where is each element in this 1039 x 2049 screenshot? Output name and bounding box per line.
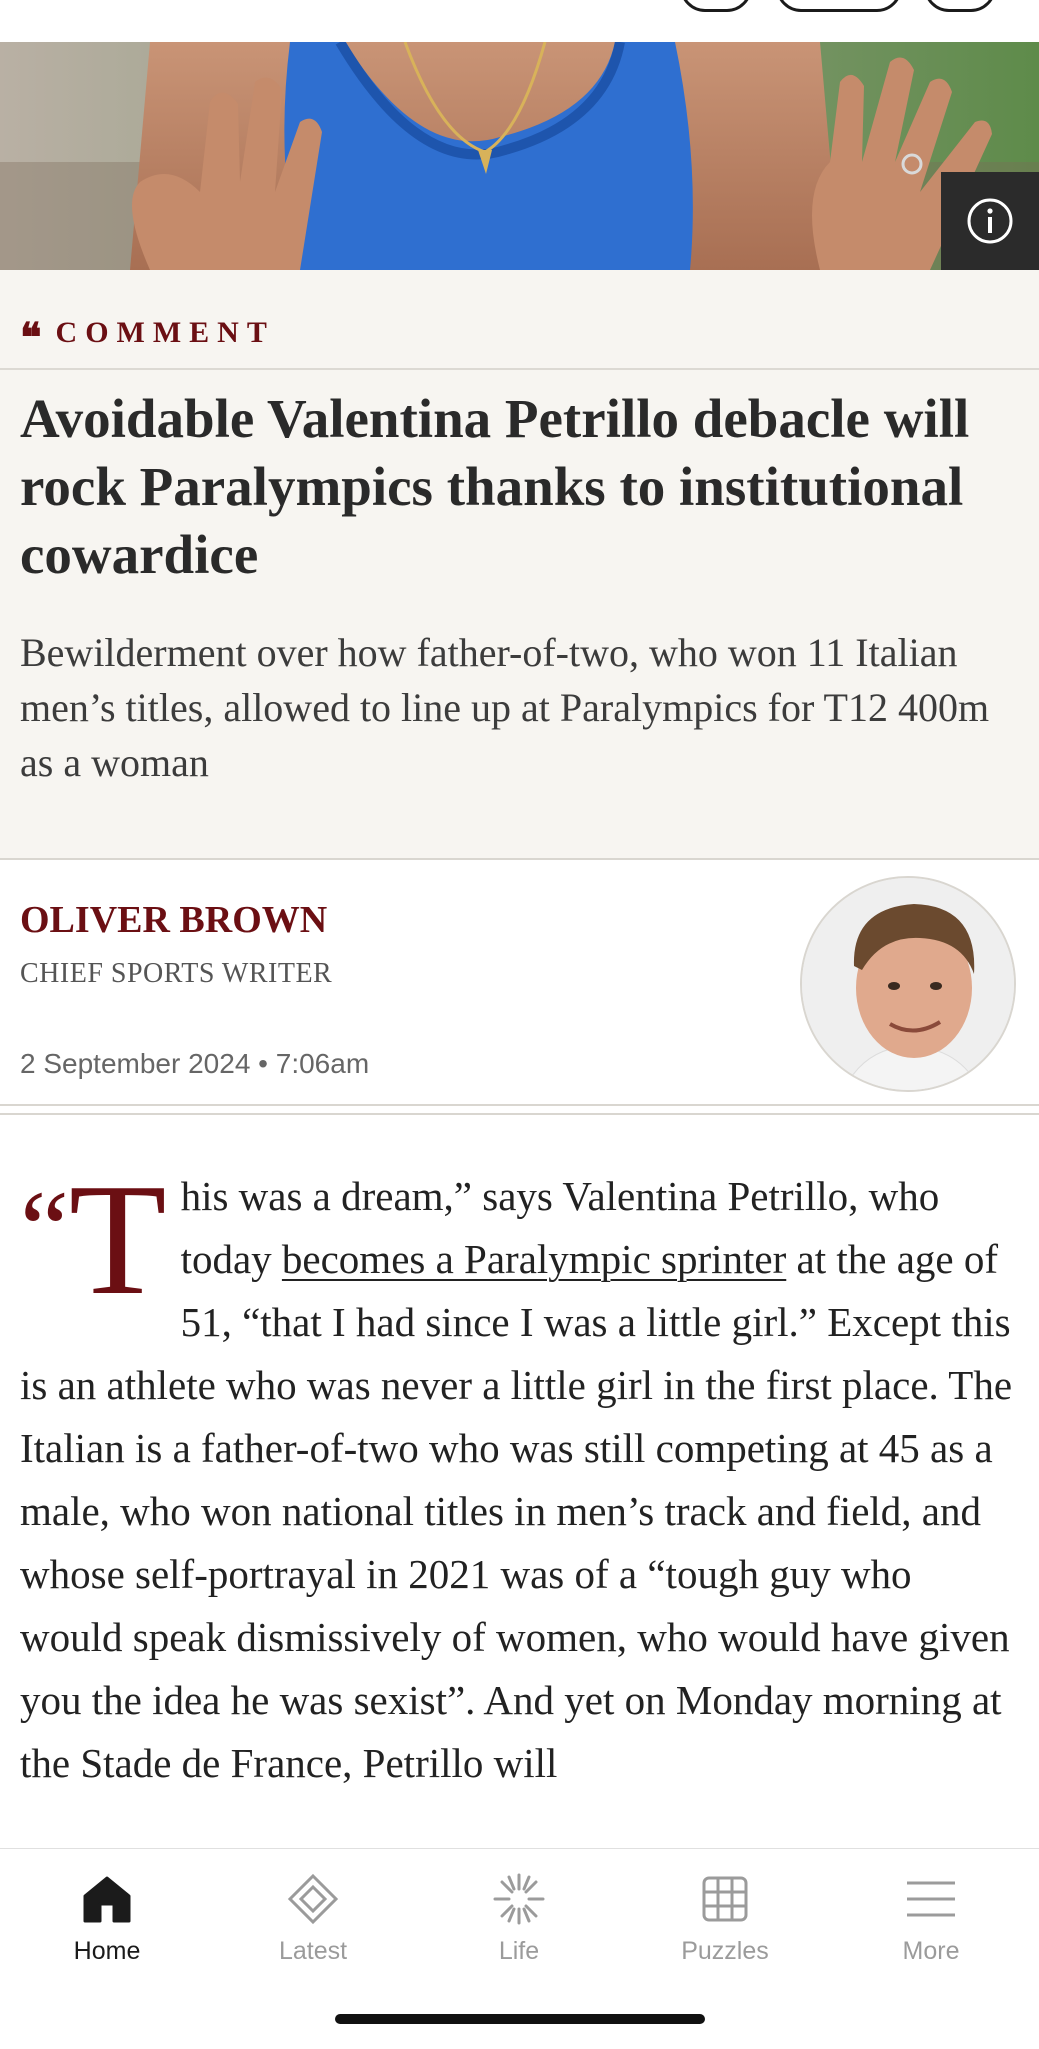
- tab-home[interactable]: Home: [4, 1865, 210, 1985]
- article-body: “T his was a dream,” says Valentina Petri…: [20, 1165, 1020, 1848]
- tab-life[interactable]: Life: [416, 1865, 622, 1985]
- diamond-icon: [287, 1873, 339, 1925]
- home-indicator[interactable]: [335, 2014, 705, 2024]
- section-kicker[interactable]: ❝ COMMENT: [20, 308, 275, 358]
- tab-more-label: More: [902, 1937, 960, 1965]
- drop-cap: “T: [20, 1165, 167, 1328]
- top-bar: [0, 0, 1039, 43]
- author-name[interactable]: OLIVER BROWN: [20, 898, 327, 942]
- tab-more[interactable]: More: [828, 1865, 1034, 1985]
- tab-home-label: Home: [73, 1937, 141, 1965]
- article-standfirst: Bewilderment over how father-of-two, who…: [20, 630, 990, 785]
- avatar[interactable]: [800, 876, 1016, 1092]
- home-icon: [83, 1876, 131, 1923]
- header-button-center[interactable]: [776, 0, 902, 12]
- grid-icon: [702, 1876, 748, 1922]
- publish-date: 2 September 2024 • 7:06am: [20, 1048, 370, 1079]
- athlete-photo: [0, 42, 1039, 270]
- quote-icon: ❝: [20, 315, 42, 360]
- header-button-right[interactable]: [924, 0, 996, 12]
- article-paragraph: “T his was a dream,” says Valentina Petri…: [20, 1165, 1020, 1795]
- byline-divider: [0, 1113, 1039, 1115]
- author-photo: [802, 878, 1014, 1090]
- kicker-label: COMMENT: [55, 316, 275, 349]
- tab-latest-label: Latest: [278, 1937, 348, 1965]
- author-role: CHIEF SPORTS WRITER: [20, 958, 333, 989]
- menu-icon: [907, 1881, 955, 1917]
- tab-puzzles[interactable]: Puzzles: [622, 1865, 828, 1985]
- page-title: Avoidable Valentina Petrillo debacle wil…: [20, 388, 970, 585]
- tab-life-label: Life: [498, 1937, 540, 1965]
- kicker-divider: [0, 368, 1039, 370]
- article-header: ❝ COMMENT Avoidable Valentina Petrillo d…: [0, 270, 1039, 860]
- body-text-rest: at the age of 51, “that I had since I wa…: [20, 1236, 1013, 1786]
- hero-image: [0, 42, 1039, 270]
- image-info-button[interactable]: [941, 172, 1039, 270]
- inline-article-link[interactable]: becomes a Paralympic sprinter: [282, 1236, 786, 1282]
- byline: OLIVER BROWN CHIEF SPORTS WRITER 2 Septe…: [0, 860, 1039, 1106]
- header-button-left[interactable]: [680, 0, 752, 12]
- sparkle-icon: [493, 1873, 545, 1925]
- tab-latest[interactable]: Latest: [210, 1865, 416, 1985]
- tab-puzzles-label: Puzzles: [681, 1937, 769, 1965]
- info-icon: [967, 198, 1013, 244]
